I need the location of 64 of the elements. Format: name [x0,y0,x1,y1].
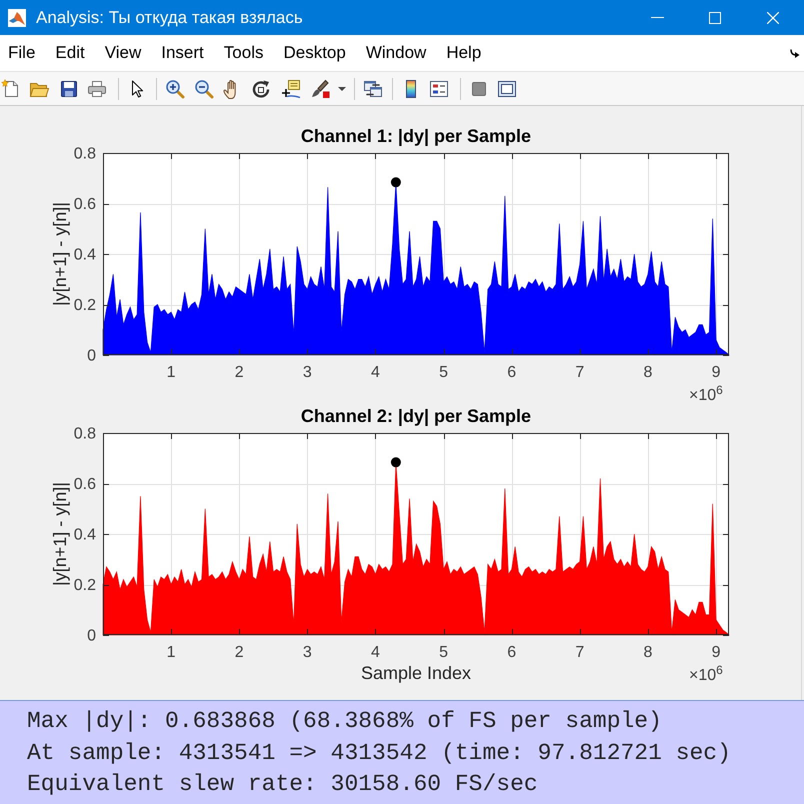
y-tick-label: 0.6 [74,476,96,493]
y-tick-label: 0.8 [74,426,96,442]
menu-item[interactable]: View [100,42,146,64]
x-tick-label: 5 [439,644,448,661]
x-tick-label: 9 [712,364,721,381]
chart-title: Channel 1: |dy| per Sample [300,126,532,146]
x-tick-label: 1 [166,644,176,661]
x-axis-exponent: ×10$^{6}$ [689,387,723,405]
y-tick-label: 0.2 [74,297,96,314]
rotate-icon[interactable] [251,78,271,98]
printer-icon[interactable] [87,78,107,98]
menu-item[interactable]: Help [442,42,486,64]
x-tick-label: 8 [643,644,652,661]
x-tick-label: 3 [302,364,312,381]
y-tick-label: 0.2 [74,577,96,594]
menu-item[interactable]: Tools [220,42,268,64]
x-tick-label: 8 [643,364,652,381]
x-tick-label: 4 [371,644,380,661]
x-tick-label: 3 [302,644,312,661]
y-tick-label: 0.8 [74,146,96,162]
note-crosshair-icon[interactable] [281,78,301,98]
x-tick-label: 7 [575,364,584,381]
y-axis-label: |y[n+1] - y[n]| [50,482,70,586]
minimize-icon[interactable] [650,17,664,18]
brush-icon[interactable] [310,78,330,98]
y-tick-label: 0.6 [74,196,96,213]
x-tick-label: 6 [507,644,516,661]
menu-item[interactable]: Edit [51,42,89,64]
window-title: Analysis: Ты откуда такая взялась [36,6,303,28]
zoom-in-icon[interactable] [165,78,185,98]
menu-item[interactable]: Window [362,42,430,64]
app-icon [8,8,26,26]
x-tick-label: 2 [234,644,244,661]
x-tick-label: 1 [166,364,176,381]
menu-item[interactable]: File [4,42,40,64]
curved-arrow-icon[interactable] [790,48,800,58]
window-icon[interactable] [497,78,517,98]
y-axis-label: |y[n+1] - y[n]| [50,202,70,306]
save-icon[interactable] [59,78,79,98]
new-file-icon[interactable] [1,78,21,98]
menu-item[interactable]: Desktop [279,42,350,64]
chart-title: Channel 2: |dy| per Sample [300,406,532,426]
close-icon[interactable] [767,12,779,24]
x-tick-label: 2 [234,364,244,381]
menu-item[interactable]: Insert [157,42,208,64]
zoom-out-icon[interactable] [194,78,214,98]
legend-icon[interactable] [429,78,449,98]
y-tick-label: 0 [87,348,96,364]
output-line: Max |dy|: 0.683868 (68.3868% of FS per sample) [27,707,663,736]
y-tick-label: 0.4 [74,246,96,264]
x-axis-exponent: ×10$^{6}$ [689,667,723,685]
x-tick-label: 9 [712,644,721,661]
y-tick-label: 0.4 [74,526,96,544]
linked-windows-icon[interactable] [363,78,383,98]
output-line: Equivalent slew rate: 30158.60 FS/sec [27,770,539,799]
caret-icon[interactable] [338,86,346,90]
x-tick-label: 6 [507,364,516,381]
y-tick-label: 0 [87,628,96,644]
x-tick-label: 4 [371,364,380,381]
output-line: At sample: 4313541 => 4313542 (time: 97.812721 sec) [27,738,732,768]
x-axis-label: Sample Index [360,663,472,683]
x-tick-label: 7 [575,644,584,661]
maximize-icon[interactable] [709,12,721,24]
x-tick-label: 5 [439,364,448,381]
